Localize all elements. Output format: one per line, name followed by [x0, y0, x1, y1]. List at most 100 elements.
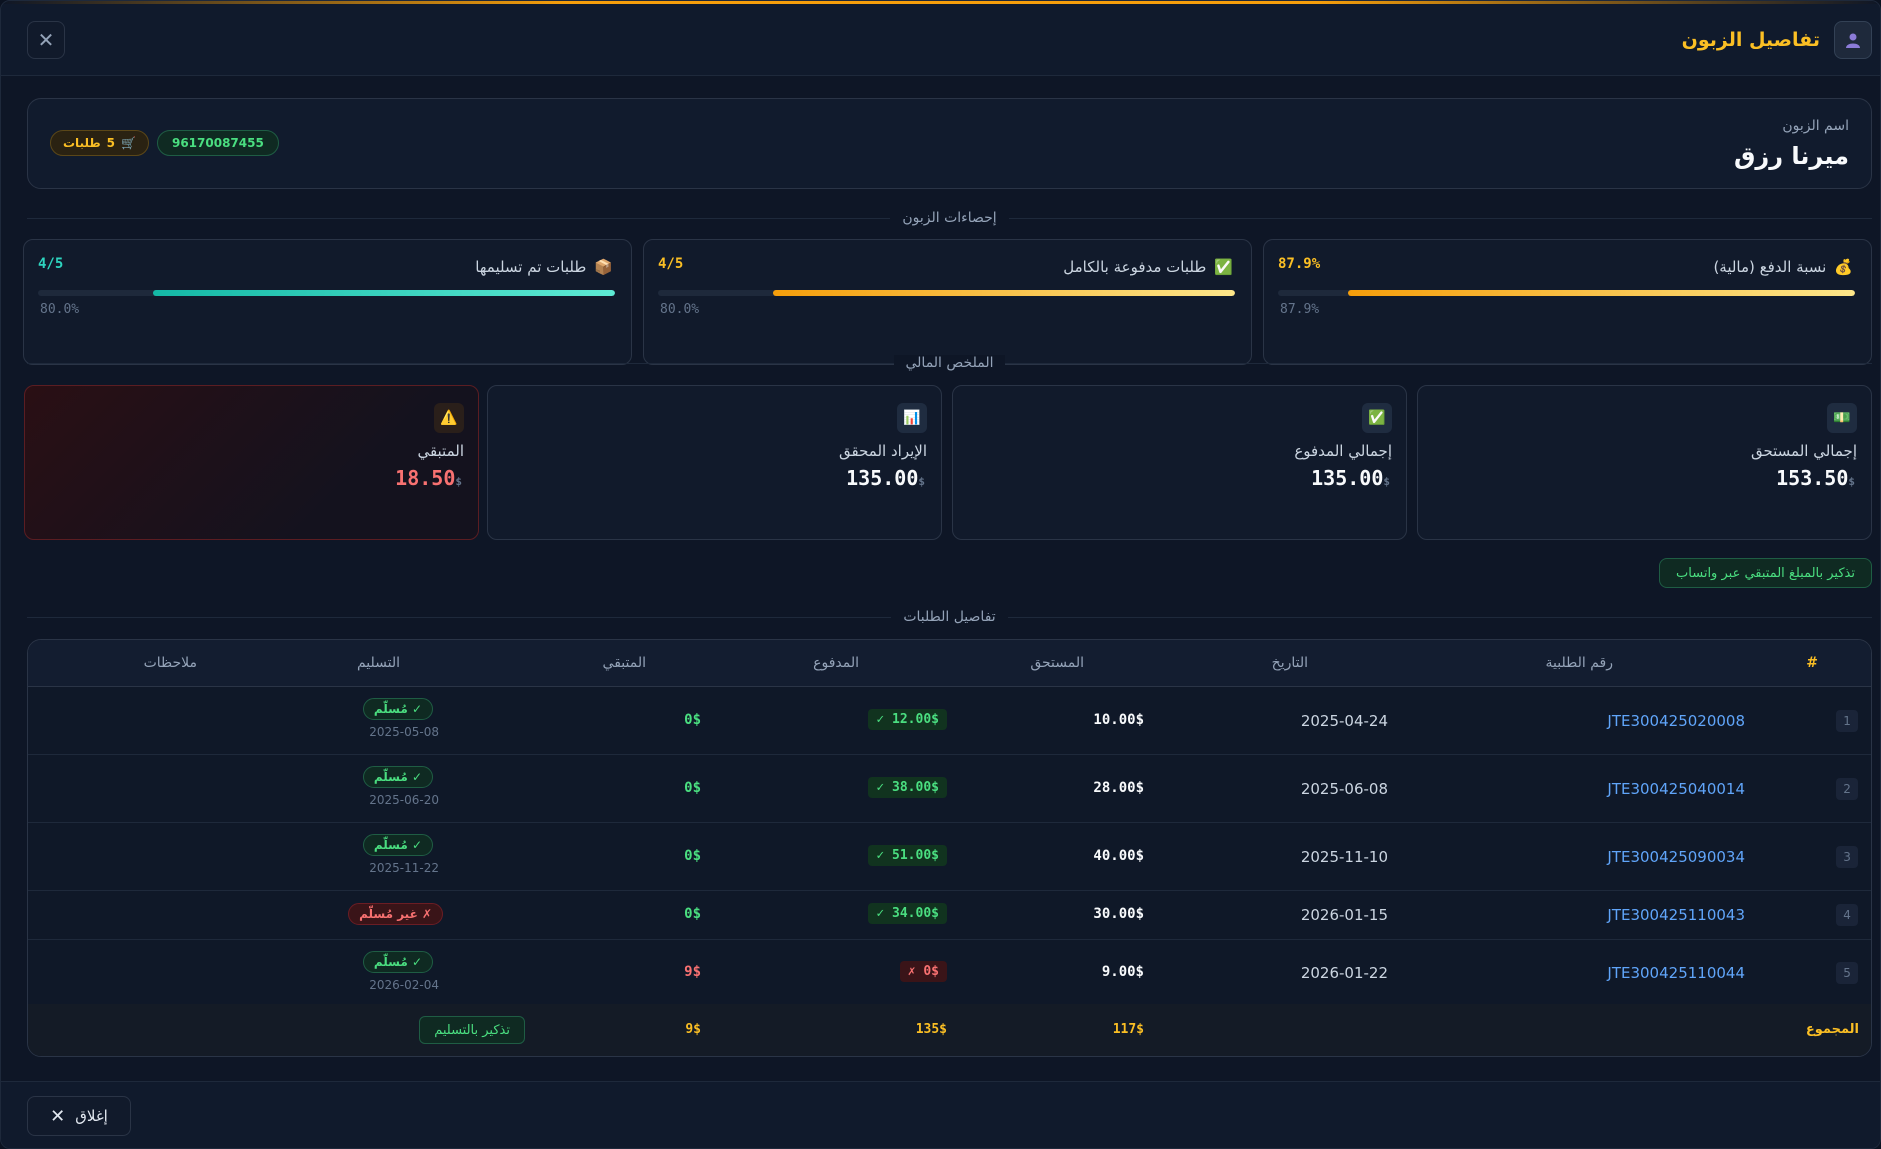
row-index: 4 [1836, 904, 1858, 926]
col-order: رقم الطلبية [1545, 655, 1613, 671]
table-row: 4 JTE300425110043 2026-01-15 30.00$ 34.0… [28, 891, 1871, 940]
order-date: 2025-06-08 [1300, 780, 1388, 798]
customer-card: اسم الزبون ميرنا رزق طلبات 5 🛒 961700874… [27, 98, 1872, 189]
progress-fill [773, 290, 1235, 296]
paid-amount: 34.00$ ✓ [868, 903, 947, 924]
progress-fill [153, 290, 615, 296]
col-remaining: المتبقي [602, 655, 646, 671]
close-icon: ✕ [50, 1105, 66, 1127]
close-icon[interactable]: ✕ [27, 21, 65, 59]
package-icon: 📦 [594, 258, 613, 276]
fin-label: المتبقي [417, 442, 464, 460]
customer-details-modal: تفاصيل الزبون ✕ اسم الزبون ميرنا رزق طلب… [0, 0, 1881, 1149]
fin-value: 18.50$ [395, 466, 462, 490]
progress-track [658, 290, 1235, 296]
remaining-amount: 0$ [684, 848, 701, 864]
delivery-date: 2025-06-20 [369, 793, 439, 807]
due-amount: 30.00$ [1093, 906, 1144, 922]
delivery-date: 2025-11-22 [369, 861, 439, 875]
modal-header: تفاصيل الزبون ✕ [1, 4, 1880, 76]
fin-card-remaining: ⚠️ المتبقي 18.50$ [24, 385, 479, 540]
phone-badge[interactable]: 96170087455 [156, 130, 279, 156]
fin-card-total-paid: ✅ إجمالي المدفوع 135.00$ [952, 385, 1407, 540]
stat-card-fully-paid: ✅ طلبات مدفوعة بالكامل 4/5 80.0% [643, 239, 1252, 365]
row-index: 3 [1836, 846, 1858, 868]
delivery-status: ✓ مُسلّم [362, 951, 433, 973]
paid-amount: 38.00$ ✓ [868, 777, 947, 798]
order-link[interactable]: JTE300425090034 [1607, 848, 1745, 866]
table-header: # رقم الطلبية التاريخ المستحق المدفوع ال… [28, 640, 1871, 687]
remaining-amount: 0$ [684, 780, 701, 796]
order-link[interactable]: JTE300425040014 [1607, 780, 1745, 798]
delivery-reminder-button[interactable]: تذكير بالتسليم [419, 1016, 525, 1044]
orders-table: # رقم الطلبية التاريخ المستحق المدفوع ال… [27, 639, 1872, 1057]
stat-label: 💰 نسبة الدفع (مالية) [1713, 258, 1853, 276]
total-paid: 135$ [915, 1022, 947, 1037]
close-button[interactable]: إغلاق ✕ [27, 1096, 131, 1136]
customer-badges: طلبات 5 🛒 96170087455 [50, 130, 279, 156]
finance-section-title: الملخص المالي [27, 355, 1872, 371]
stat-percent: 80.0% [660, 302, 700, 317]
close-button-label: إغلاق [75, 1107, 108, 1125]
modal-footer: إغلاق ✕ [1, 1081, 1880, 1148]
due-amount: 9.00$ [1101, 964, 1144, 980]
paid-amount: 12.00$ ✓ [868, 709, 947, 730]
orders-word: طلبات [63, 136, 101, 150]
col-date: التاريخ [1271, 655, 1308, 671]
remaining-amount: 0$ [684, 906, 701, 922]
check-icon: ✅ [1362, 403, 1392, 433]
order-link[interactable]: JTE300425110044 [1607, 964, 1745, 982]
stat-label: ✅ طلبات مدفوعة بالكامل [1063, 258, 1233, 276]
total-due: 117$ [1112, 1022, 1144, 1037]
totals-row: المجموع 117$ 135$ 9$ تذكير بالتسليم [28, 1004, 1871, 1056]
fin-card-total-due: 💵 إجمالي المستحق 153.50$ [1417, 385, 1872, 540]
stat-ratio: 4/5 [38, 256, 64, 272]
delivery-status: ✓ مُسلّم [362, 834, 433, 856]
order-date: 2025-11-10 [1300, 848, 1388, 866]
row-index: 2 [1836, 778, 1858, 800]
row-index: 1 [1836, 710, 1858, 732]
fin-value: 153.50$ [1776, 466, 1855, 490]
order-link[interactable]: JTE300425020008 [1607, 712, 1745, 730]
user-avatar-icon [1834, 21, 1872, 59]
delivery-date: 2025-05-08 [369, 725, 439, 739]
whatsapp-reminder-button[interactable]: تذكير بالمبلغ المتبقي عبر واتساب [1659, 558, 1872, 588]
delivery-status: ✓ مُسلّم [362, 698, 433, 720]
orders-count-badge: طلبات 5 🛒 [50, 130, 149, 156]
col-due: المستحق [1030, 655, 1084, 671]
due-amount: 40.00$ [1093, 848, 1144, 864]
cash-icon: 💵 [1827, 403, 1857, 433]
orders-section-title: تفاصيل الطلبات [27, 609, 1872, 625]
chart-icon: 📊 [897, 403, 927, 433]
table-row: 5 JTE300425110044 2026-01-22 9.00$ 0$ ✗ … [28, 940, 1871, 1006]
fin-card-revenue: 📊 الإيراد المحقق 135.00$ [487, 385, 942, 540]
table-row: 2 JTE300425040014 2025-06-08 28.00$ 38.0… [28, 755, 1871, 823]
col-delivery: التسليم [356, 655, 400, 671]
col-notes: ملاحظات [143, 655, 197, 671]
check-icon: ✅ [1214, 258, 1233, 276]
remaining-amount: 9$ [684, 964, 701, 980]
stat-percent: 80.0% [40, 302, 80, 317]
order-date: 2025-04-24 [1300, 712, 1388, 730]
cart-icon: 🛒 [121, 136, 136, 150]
fin-value: 135.00$ [846, 466, 925, 490]
col-num: # [1806, 655, 1818, 671]
delivery-status: ✗ غير مُسلّم [348, 903, 443, 925]
orders-count: 5 [106, 136, 116, 150]
col-paid: المدفوع [813, 655, 859, 671]
fin-value: 135.00$ [1311, 466, 1390, 490]
paid-amount: 51.00$ ✓ [868, 845, 947, 866]
row-index: 5 [1836, 962, 1858, 984]
totals-label: المجموع [1805, 1022, 1859, 1037]
order-link[interactable]: JTE300425110043 [1607, 906, 1745, 924]
progress-track [1278, 290, 1855, 296]
progress-track [38, 290, 615, 296]
delivery-status: ✓ مُسلّم [362, 766, 433, 788]
stat-ratio: 4/5 [658, 256, 684, 272]
stat-label: 📦 طلبات تم تسليمها [475, 258, 613, 276]
delivery-date: 2026-02-04 [369, 978, 439, 992]
stat-ratio: 87.9% [1278, 256, 1321, 272]
table-row: 1 JTE300425020008 2025-04-24 10.00$ 12.0… [28, 687, 1871, 755]
remaining-amount: 0$ [684, 712, 701, 728]
due-amount: 10.00$ [1093, 712, 1144, 728]
